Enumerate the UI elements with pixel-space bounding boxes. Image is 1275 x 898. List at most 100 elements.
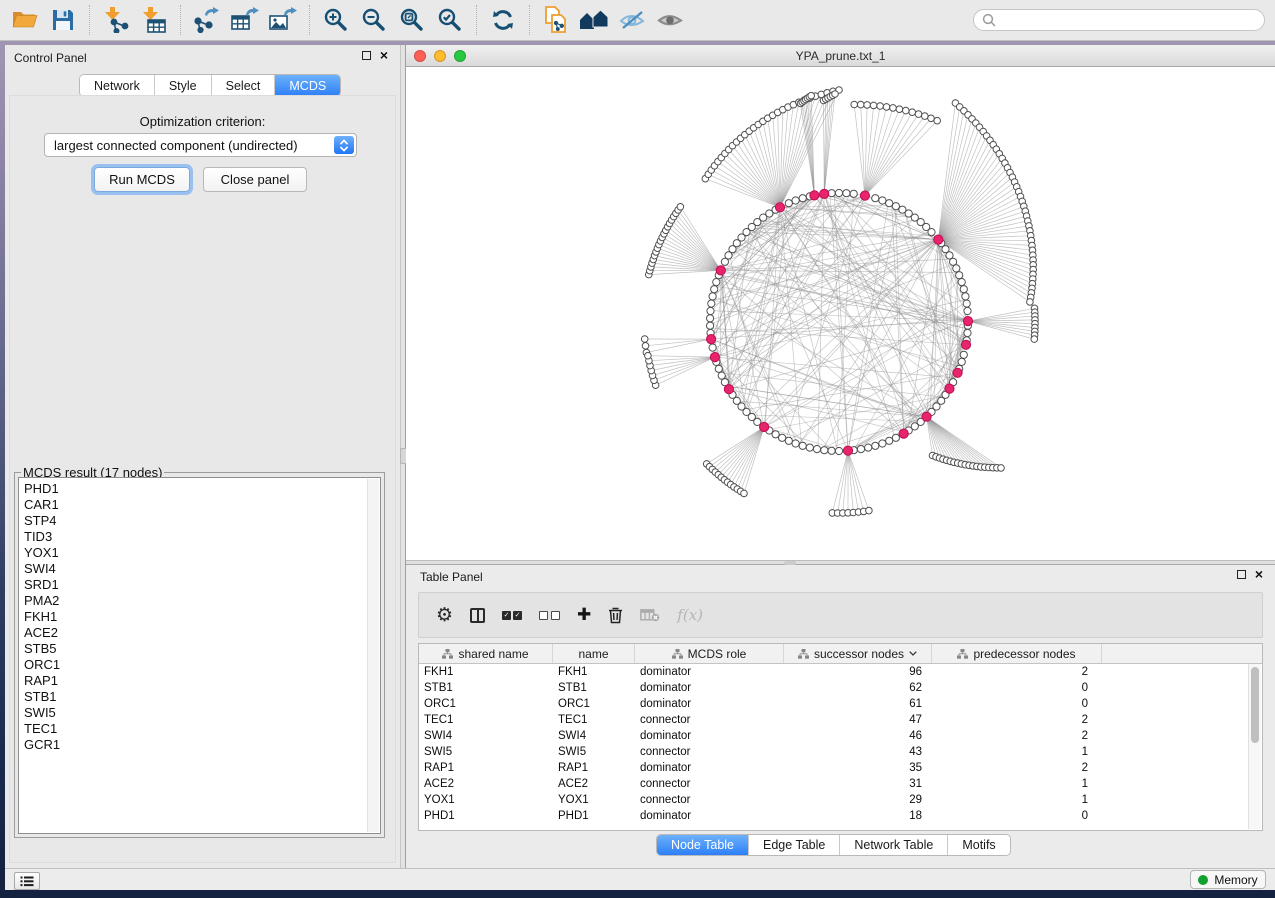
list-item[interactable]: RAP1	[24, 673, 380, 689]
list-item[interactable]: SWI4	[24, 561, 380, 577]
cell-successor-nodes: 96	[784, 666, 932, 678]
list-item[interactable]: PMA2	[24, 593, 380, 609]
list-item[interactable]: STB1	[24, 689, 380, 705]
tab-network-table[interactable]: Network Table	[840, 835, 948, 855]
float-panel-icon[interactable]	[362, 51, 371, 60]
column-header-shared-name[interactable]: shared name	[419, 644, 553, 663]
cell-MCDS-role: dominator	[635, 682, 784, 694]
export-network-icon[interactable]	[188, 4, 226, 36]
list-item[interactable]: ORC1	[24, 657, 380, 673]
mcds-result-list[interactable]: PHD1CAR1STP4TID3YOX1SWI4SRD1PMA2FKH1ACE2…	[18, 477, 381, 834]
column-header-MCDS-role[interactable]: MCDS role	[635, 644, 784, 663]
zoom-in-icon[interactable]	[317, 4, 355, 36]
table-row[interactable]: RAP1RAP1dominator352	[419, 760, 1262, 776]
copy-network-icon[interactable]	[537, 4, 575, 36]
cell-MCDS-role: dominator	[635, 730, 784, 742]
table-tabs: Node TableEdge TableNetwork TableMotifs	[656, 834, 1011, 856]
table-row[interactable]: PHD1PHD1dominator180	[419, 808, 1262, 824]
table-settings-icon[interactable]: ⚙	[436, 603, 453, 627]
scrollbar-thumb[interactable]	[1251, 667, 1259, 743]
column-header-successor-nodes[interactable]: successor nodes	[784, 644, 932, 663]
export-table-icon[interactable]	[226, 4, 264, 36]
column-header-predecessor-nodes[interactable]: predecessor nodes	[932, 644, 1102, 663]
cell-successor-nodes: 46	[784, 730, 932, 742]
function-builder-icon: f(x)	[677, 603, 703, 627]
zoom-selected-icon[interactable]	[431, 4, 469, 36]
table-row[interactable]: FKH1FKH1dominator962	[419, 664, 1262, 680]
export-image-icon[interactable]	[264, 4, 302, 36]
list-item[interactable]: SWI5	[24, 705, 380, 721]
search-input[interactable]	[1001, 12, 1264, 28]
hide-selected-icon[interactable]	[613, 4, 651, 36]
table-toolbar: ⚙ ✓✓ ✚ f(x)	[418, 592, 1263, 638]
zoom-out-icon[interactable]	[355, 4, 393, 36]
tab-style[interactable]: Style	[155, 75, 212, 96]
list-item[interactable]: CAR1	[24, 497, 380, 513]
list-item[interactable]: YOX1	[24, 545, 380, 561]
list-item[interactable]: STB5	[24, 641, 380, 657]
list-item[interactable]: STP4	[24, 513, 380, 529]
zoom-fit-icon[interactable]	[393, 4, 431, 36]
float-panel-icon[interactable]	[1237, 570, 1246, 579]
cell-successor-nodes: 43	[784, 746, 932, 758]
task-history-button[interactable]	[14, 872, 40, 890]
add-column-icon[interactable]: ✚	[577, 603, 591, 627]
list-item[interactable]: PHD1	[24, 481, 380, 497]
toolbar-separator	[309, 5, 310, 35]
table-row[interactable]: SWI4SWI4dominator462	[419, 728, 1262, 744]
cell-predecessor-nodes: 0	[932, 698, 1102, 710]
memory-label: Memory	[1214, 873, 1257, 887]
cell-shared-name: STB1	[419, 682, 553, 694]
tab-edge-table[interactable]: Edge Table	[749, 835, 840, 855]
memory-button[interactable]: Memory	[1190, 870, 1266, 889]
close-panel-icon[interactable]: ×	[1255, 569, 1263, 579]
save-icon[interactable]	[44, 4, 82, 36]
deselect-all-icon[interactable]	[539, 603, 560, 627]
select-all-icon[interactable]: ✓✓	[502, 603, 522, 627]
cell-predecessor-nodes: 1	[932, 746, 1102, 758]
list-scrollbar[interactable]	[367, 479, 379, 832]
list-item[interactable]: TEC1	[24, 721, 380, 737]
import-network-icon[interactable]	[97, 4, 135, 36]
delete-table-icon	[640, 603, 660, 627]
table-panel-title: Table Panel	[420, 570, 483, 584]
memory-status-icon	[1198, 875, 1208, 885]
tab-motifs[interactable]: Motifs	[948, 835, 1009, 855]
first-neighbors-icon[interactable]	[575, 4, 613, 36]
open-folder-icon[interactable]	[6, 4, 44, 36]
cell-name: SWI5	[553, 746, 635, 758]
cell-shared-name: RAP1	[419, 762, 553, 774]
tab-network[interactable]: Network	[80, 75, 155, 96]
show-all-icon[interactable]	[651, 4, 689, 36]
network-canvas[interactable]	[406, 67, 1275, 560]
table-scrollbar[interactable]	[1248, 664, 1261, 829]
close-panel-button[interactable]: Close panel	[203, 167, 307, 192]
table-row[interactable]: SWI5SWI5connector431	[419, 744, 1262, 760]
search-field[interactable]	[973, 9, 1265, 31]
list-item[interactable]: TID3	[24, 529, 380, 545]
list-item[interactable]: GCR1	[24, 737, 380, 753]
run-mcds-button[interactable]: Run MCDS	[94, 167, 190, 192]
optimization-criterion-label: Optimization criterion:	[5, 114, 400, 129]
cell-predecessor-nodes: 2	[932, 762, 1102, 774]
table-row[interactable]: TEC1TEC1connector472	[419, 712, 1262, 728]
delete-column-icon[interactable]	[608, 603, 623, 627]
table-row[interactable]: YOX1YOX1connector291	[419, 792, 1262, 808]
tab-node-table[interactable]: Node Table	[657, 835, 749, 855]
table-row[interactable]: ORC1ORC1dominator610	[419, 696, 1262, 712]
column-visibility-icon[interactable]	[470, 603, 485, 627]
tab-mcds[interactable]: MCDS	[275, 75, 340, 96]
tab-select[interactable]: Select	[212, 75, 276, 96]
import-table-icon[interactable]	[135, 4, 173, 36]
cell-predecessor-nodes: 1	[932, 778, 1102, 790]
list-item[interactable]: ACE2	[24, 625, 380, 641]
refresh-icon[interactable]	[484, 4, 522, 36]
column-header-name[interactable]: name	[553, 644, 635, 663]
list-item[interactable]: SRD1	[24, 577, 380, 593]
close-panel-icon[interactable]: ×	[380, 50, 388, 60]
table-row[interactable]: ACE2ACE2connector311	[419, 776, 1262, 792]
cell-shared-name: TEC1	[419, 714, 553, 726]
table-row[interactable]: STB1STB1dominator620	[419, 680, 1262, 696]
optimization-criterion-select[interactable]: largest connected component (undirected)	[44, 133, 357, 157]
list-item[interactable]: FKH1	[24, 609, 380, 625]
